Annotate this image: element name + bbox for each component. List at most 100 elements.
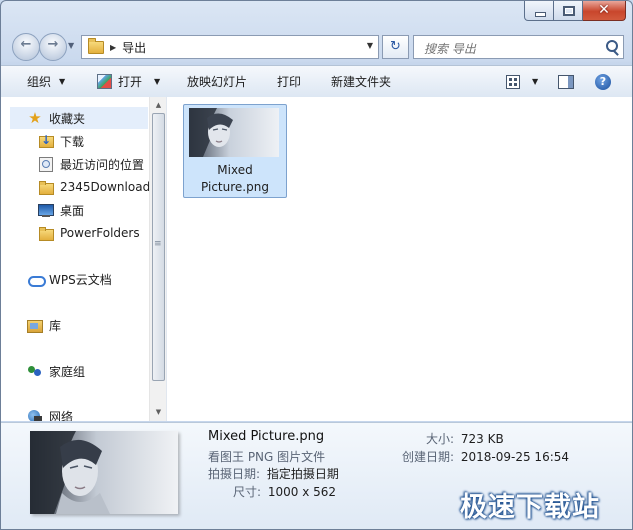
refresh-button[interactable]: ↻ <box>382 35 409 59</box>
search-input[interactable]: 搜索 导出 <box>413 35 624 59</box>
sidebar-item-label: 桌面 <box>60 203 85 218</box>
recent-places-icon <box>38 156 54 172</box>
refresh-icon: ↻ <box>390 39 401 54</box>
sidebar-item-network[interactable]: 网络 <box>27 406 73 421</box>
sidebar-item-label: PowerFolders <box>60 226 140 240</box>
scroll-down-icon[interactable]: ▼ <box>150 405 167 419</box>
sidebar-item-desktop[interactable]: 桌面 <box>38 200 84 220</box>
organize-label: 组织 <box>27 75 52 89</box>
file-name-line-2: Picture.png <box>201 180 269 194</box>
back-arrow-icon: ← <box>20 37 32 52</box>
sidebar-item-downloads[interactable]: 下载 <box>38 131 84 151</box>
caption-buttons: ✕ <box>524 1 626 22</box>
new-folder-button[interactable]: 新建文件夹 <box>331 66 391 97</box>
minimize-button[interactable] <box>524 1 554 21</box>
print-button[interactable]: 打印 <box>277 66 301 97</box>
sidebar-item-libraries[interactable]: 库 <box>27 315 61 335</box>
file-list-pane[interactable]: Mixed Picture.png <box>167 97 632 421</box>
sidebar-item-label: 网络 <box>49 409 74 422</box>
date-taken-value[interactable]: 指定拍摄日期 <box>267 467 339 481</box>
file-item[interactable]: Mixed Picture.png <box>183 104 287 198</box>
help-icon: ? <box>595 73 611 90</box>
preview-pane-icon <box>558 74 574 89</box>
sidebar-item-label: WPS云文档 <box>49 272 112 287</box>
preview-pane-button[interactable] <box>558 66 574 97</box>
recent-pages-dropdown[interactable]: ▼ <box>68 41 74 50</box>
sidebar-item-label: 收藏夹 <box>49 111 86 126</box>
library-icon <box>27 317 43 333</box>
image-viewer-icon <box>97 74 112 89</box>
sidebar-item-label: 2345Downloads <box>60 180 149 194</box>
date-taken-label: 拍摄日期: <box>208 467 261 481</box>
view-icon <box>506 74 520 89</box>
details-dimensions: 尺寸: 1000 x 562 <box>233 483 336 500</box>
open-button[interactable]: 打开 ▼ <box>97 66 160 97</box>
details-file-type: 看图王 PNG 图片文件 <box>208 450 326 464</box>
explorer-window: ✕ ← → ▼ ▶ 导出 ▼ ↻ 搜索 导出 组织 ▼ 打开 ▼ 放映幻灯片 打… <box>0 0 633 530</box>
slideshow-label: 放映幻灯片 <box>187 75 248 89</box>
details-filename: Mixed Picture.png <box>208 429 325 444</box>
chevron-down-icon: ▼ <box>59 77 66 86</box>
site-watermark: 极速下载站 <box>460 492 600 523</box>
command-bar: 组织 ▼ 打开 ▼ 放映幻灯片 打印 新建文件夹 ▼ ? <box>1 65 632 98</box>
details-size: 大小: 723 KB <box>426 430 504 447</box>
sidebar-item-recent-places[interactable]: 最近访问的位置 <box>38 154 144 174</box>
close-icon: ✕ <box>598 2 610 18</box>
maximize-button[interactable] <box>554 1 583 21</box>
sidebar-item-label: 家庭组 <box>49 364 86 379</box>
navigation-bar: ← → ▼ ▶ 导出 ▼ ↻ 搜索 导出 <box>1 31 632 63</box>
file-name: Mixed Picture.png <box>184 162 286 196</box>
star-icon: ★ <box>28 109 42 127</box>
sidebar-item-powerfolders[interactable]: PowerFolders <box>38 223 140 243</box>
breadcrumb-separator-icon[interactable]: ▶ <box>110 43 116 52</box>
file-thumbnail <box>189 108 279 157</box>
new-folder-label: 新建文件夹 <box>331 75 392 89</box>
open-label: 打开 <box>118 75 143 89</box>
size-value: 723 KB <box>460 432 504 446</box>
forward-button[interactable]: → <box>39 33 67 61</box>
dimensions-label: 尺寸: <box>233 485 262 499</box>
address-bar[interactable]: ▶ 导出 ▼ <box>81 35 379 59</box>
sidebar-item-label: 库 <box>49 318 62 333</box>
created-label: 创建日期: <box>402 450 455 464</box>
print-label: 打印 <box>277 75 302 89</box>
forward-arrow-icon: → <box>47 37 59 52</box>
folder-icon <box>88 37 104 54</box>
sidebar-item-label: 下载 <box>60 134 85 149</box>
cloud-icon <box>27 271 46 287</box>
scrollbar-thumb[interactable] <box>152 113 165 381</box>
sidebar-item-wps-cloud[interactable]: WPS云文档 <box>27 269 112 289</box>
sidebar-item-label: 最近访问的位置 <box>60 157 145 172</box>
navigation-scrollbar[interactable]: ▲ ▼ <box>149 97 167 421</box>
folder-icon <box>38 179 54 195</box>
sidebar-item-2345downloads[interactable]: 2345Downloads <box>38 177 149 197</box>
created-value: 2018-09-25 16:54 <box>460 450 570 464</box>
chevron-down-icon: ▼ <box>532 77 539 86</box>
organize-button[interactable]: 组织 ▼ <box>27 66 65 97</box>
slideshow-button[interactable]: 放映幻灯片 <box>187 66 247 97</box>
search-icon[interactable] <box>606 40 618 52</box>
sidebar-item-homegroup[interactable]: 家庭组 <box>27 361 85 381</box>
address-dropdown-icon[interactable]: ▼ <box>367 41 373 50</box>
search-placeholder: 搜索 导出 <box>424 42 476 56</box>
chevron-down-icon: ▼ <box>154 77 161 86</box>
sidebar-item-favorites[interactable]: ★ 收藏夹 <box>10 107 148 129</box>
download-folder-icon <box>38 133 54 149</box>
details-date-taken[interactable]: 拍摄日期: 指定拍摄日期 <box>208 465 339 482</box>
change-view-button[interactable]: ▼ <box>506 66 538 97</box>
back-button[interactable]: ← <box>12 33 40 61</box>
homegroup-icon <box>27 363 43 379</box>
desktop-icon <box>38 202 54 218</box>
dimensions-value: 1000 x 562 <box>267 485 337 499</box>
folder-icon <box>38 225 54 241</box>
close-button[interactable]: ✕ <box>583 1 626 21</box>
network-icon <box>27 408 43 421</box>
scroll-up-icon[interactable]: ▲ <box>150 98 167 112</box>
breadcrumb-export[interactable]: 导出 <box>122 39 146 56</box>
navigation-pane: ★ 收藏夹 下载 最近访问的位置 2345Downloads 桌面 PowerF… <box>1 97 149 421</box>
details-created: 创建日期: 2018-09-25 16:54 <box>402 448 569 465</box>
file-name-line-1: Mixed <box>217 163 253 177</box>
preview-thumbnail <box>30 431 178 514</box>
help-button[interactable]: ? <box>595 66 611 97</box>
size-label: 大小: <box>426 432 455 446</box>
